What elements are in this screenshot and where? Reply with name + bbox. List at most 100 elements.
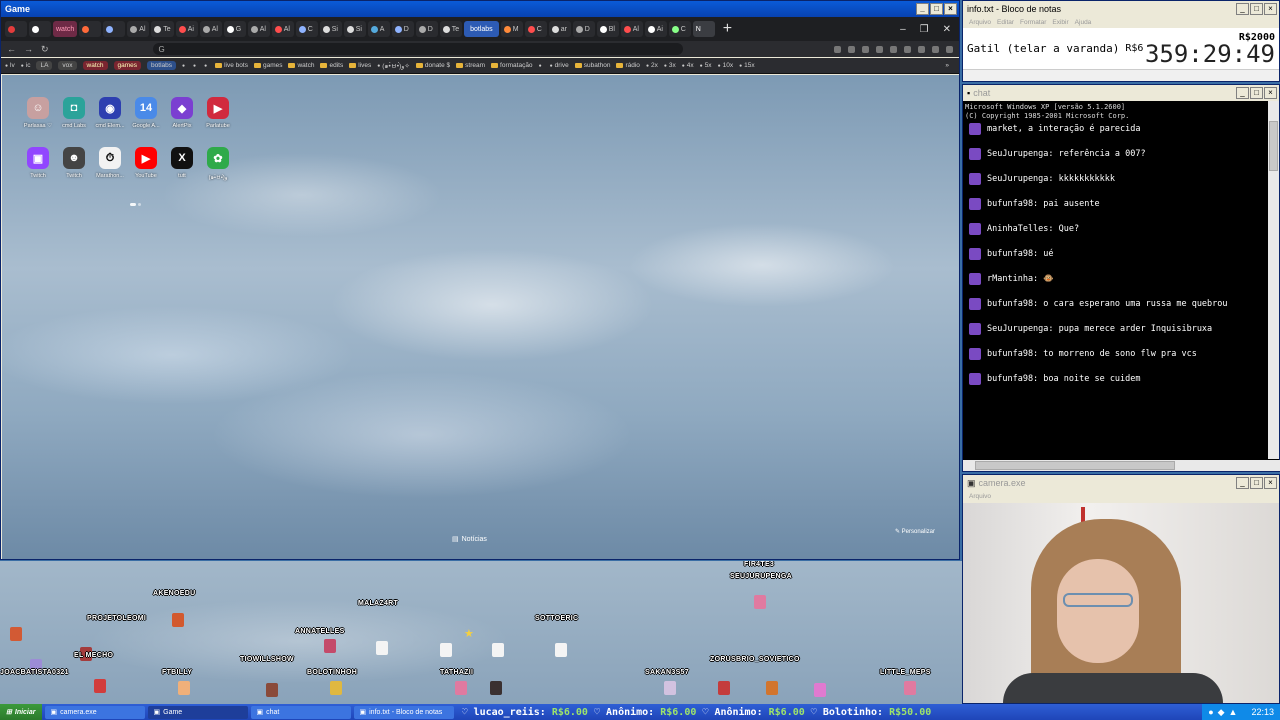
bookmark-item[interactable]: watch: [82, 61, 108, 70]
browser-tab[interactable]: D: [415, 21, 438, 37]
close-button[interactable]: ×: [944, 3, 957, 15]
close-button[interactable]: ×: [1264, 3, 1277, 15]
browser-tab[interactable]: Te: [439, 21, 463, 37]
shortcut-tile[interactable]: ◘ cmd Labs: [56, 97, 92, 129]
notepad-titlebar[interactable]: info.txt - Bloco de notas _ □ ×: [963, 1, 1279, 17]
start-button[interactable]: ⊞ Iniciar: [0, 704, 42, 720]
shortcut-tile[interactable]: ⏱ Marathon...: [92, 147, 128, 182]
extension-icon[interactable]: [876, 45, 883, 53]
close-button[interactable]: ×: [1264, 477, 1277, 489]
shortcut-tile[interactable]: ☺ Parlasaa ♡: [20, 97, 56, 129]
menu-item-file[interactable]: Arquivo: [969, 493, 991, 500]
minimize-button[interactable]: _: [916, 3, 929, 15]
extension-icon[interactable]: [834, 45, 841, 53]
new-tab-icon[interactable]: +: [723, 20, 732, 38]
close-button[interactable]: ×: [1264, 87, 1277, 99]
notepad-content[interactable]: Gatil (telar a varanda) R$6 R$2000 359:2…: [963, 28, 1279, 68]
back-icon[interactable]: ←: [7, 44, 16, 54]
menu-item[interactable]: Ajuda: [1075, 19, 1092, 26]
browser-tab[interactable]: ar: [548, 21, 571, 37]
news-button[interactable]: ▤ Notícias: [452, 535, 487, 544]
camera-titlebar[interactable]: ▣ camera.exe _ □ ×: [963, 475, 1279, 491]
taskbar-item-game[interactable]: ▣ Game: [147, 705, 248, 719]
bookmark-item[interactable]: ● 4x: [682, 62, 694, 69]
forward-icon[interactable]: →: [24, 44, 33, 54]
browser-tab[interactable]: Te: [151, 21, 174, 37]
browser-tab[interactable]: Si: [319, 21, 342, 37]
taskbar-item-camera[interactable]: ▣ camera.exe: [44, 705, 145, 719]
browser-tab[interactable]: [29, 21, 51, 37]
bookmark-item[interactable]: ● drive: [550, 62, 569, 69]
bookmark-item[interactable]: games: [113, 61, 142, 70]
close-icon[interactable]: ✕: [943, 24, 951, 35]
shortcut-tile[interactable]: ✿ (๑•̀ㅂ•́)و: [200, 147, 236, 182]
browser-tab[interactable]: Bl: [596, 21, 619, 37]
shortcut-tile[interactable]: ☻ Twitch: [56, 147, 92, 182]
bookmark-item[interactable]: ● 10x: [718, 62, 734, 69]
bookmark-item[interactable]: ●: [204, 63, 209, 69]
bookmark-item[interactable]: LA: [36, 61, 53, 70]
browser-tab[interactable]: D: [572, 21, 595, 37]
minimize-button[interactable]: _: [1236, 3, 1249, 15]
menu-item[interactable]: Editar: [997, 19, 1014, 26]
bookmark-item[interactable]: ●: [539, 63, 544, 69]
menu-item[interactable]: Formatar: [1020, 19, 1046, 26]
game-window-titlebar[interactable]: Game _ □ ×: [1, 1, 959, 17]
tray-icon[interactable]: ▲: [1229, 707, 1238, 717]
bookmark-item[interactable]: edits: [320, 62, 343, 69]
extension-icon[interactable]: [848, 45, 855, 53]
maximize-button[interactable]: □: [930, 3, 943, 15]
menu-item[interactable]: Exibir: [1052, 19, 1068, 26]
shortcut-tile[interactable]: Xtutt: [164, 147, 200, 182]
browser-tab[interactable]: Al: [247, 21, 270, 37]
browser-tab[interactable]: M: [500, 21, 523, 37]
menu-item[interactable]: Arquivo: [969, 19, 991, 26]
browser-tab[interactable]: Ai: [644, 21, 667, 37]
extension-icon[interactable]: [904, 45, 911, 53]
bookmark-item[interactable]: stream: [456, 62, 485, 69]
extension-icon[interactable]: [932, 45, 939, 53]
browser-tab[interactable]: D: [391, 21, 414, 37]
browser-tab[interactable]: botlabs: [464, 21, 499, 37]
browser-tab[interactable]: Ai: [175, 21, 198, 37]
maximize-button[interactable]: □: [1250, 87, 1263, 99]
bookmark-item[interactable]: donate $: [415, 62, 450, 69]
bookmark-item[interactable]: ● (๑•̀ㅂ•́)و✧: [377, 60, 410, 71]
bookmark-item[interactable]: ●: [193, 63, 198, 69]
bookmark-item[interactable]: rádio: [616, 62, 640, 69]
personalize-button[interactable]: ✎ Personalizar: [895, 528, 935, 535]
address-input[interactable]: G: [152, 43, 683, 55]
browser-tab[interactable]: A: [367, 21, 390, 37]
browser-tab[interactable]: C: [668, 21, 691, 37]
bookmark-item[interactable]: ● ic: [21, 62, 31, 69]
bookmark-item[interactable]: vox: [58, 61, 77, 70]
extension-icon[interactable]: [890, 45, 897, 53]
bookmark-item[interactable]: games: [253, 62, 282, 69]
shortcut-tile[interactable]: ◉ cmd Elem...: [92, 97, 128, 129]
shortcut-tile[interactable]: 14 Google A...: [128, 97, 164, 129]
browser-tab[interactable]: Al: [127, 21, 150, 37]
bookmark-item[interactable]: botlabs: [147, 61, 177, 70]
browser-tab[interactable]: [5, 21, 27, 37]
taskbar-item-notepad[interactable]: ▣ info.txt - Bloco de notas: [353, 705, 454, 719]
bookmark-item[interactable]: ● 15x: [739, 62, 755, 69]
browser-tab[interactable]: watch: [53, 21, 78, 37]
browser-tab[interactable]: C: [295, 21, 318, 37]
menu-icon[interactable]: [946, 45, 953, 53]
shortcut-tile[interactable]: ◆ AlertPix: [164, 97, 200, 129]
clock[interactable]: 22:13: [1251, 707, 1274, 717]
shortcut-tile[interactable]: ▶ YouTube: [128, 147, 164, 182]
browser-tab[interactable]: N: [692, 21, 715, 37]
vertical-scrollbar[interactable]: [1268, 101, 1279, 459]
scroll-thumb[interactable]: [1269, 121, 1278, 171]
bookmark-item[interactable]: watch: [288, 62, 314, 69]
bookmark-item[interactable]: live bots: [215, 62, 248, 69]
bookmark-item[interactable]: lives: [349, 62, 371, 69]
bookmark-item[interactable]: formatação: [491, 62, 533, 69]
browser-tab[interactable]: Al: [620, 21, 643, 37]
bookmark-item[interactable]: subathon: [574, 62, 610, 69]
bookmark-item[interactable]: ●: [182, 63, 187, 69]
chat-titlebar[interactable]: ▪ chat _ □ ×: [963, 85, 1279, 101]
taskbar-item-chat[interactable]: ▣ chat: [250, 705, 351, 719]
more-bookmarks-icon[interactable]: »: [945, 62, 949, 69]
